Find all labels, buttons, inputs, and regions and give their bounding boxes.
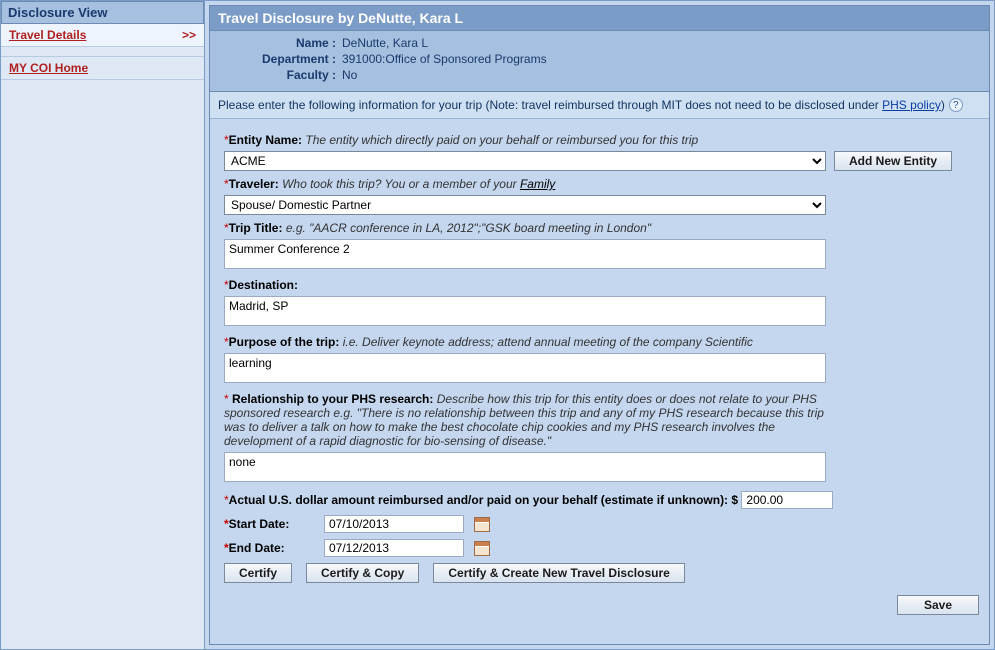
info-label-faculty: Faculty :: [216, 67, 336, 83]
info-block: Name : DeNutte, Kara L Department : 3910…: [210, 31, 989, 92]
sidebar-link-travel-details[interactable]: Travel Details: [9, 28, 86, 42]
info-label-name: Name :: [216, 35, 336, 51]
help-icon[interactable]: ?: [949, 98, 963, 112]
calendar-icon[interactable]: [474, 517, 490, 532]
end-date-input[interactable]: [324, 539, 464, 557]
start-date-input[interactable]: [324, 515, 464, 533]
traveler-select[interactable]: Spouse/ Domestic Partner: [224, 195, 826, 215]
phs-policy-link[interactable]: PHS policy: [882, 98, 941, 112]
sidebar-header: Disclosure View: [1, 1, 204, 24]
calendar-icon[interactable]: [474, 541, 490, 556]
family-link[interactable]: Family: [520, 177, 555, 191]
instruction-text: Please enter the following information f…: [218, 98, 945, 112]
trip-title-label: *Trip Title: e.g. "AACR conference in LA…: [224, 221, 975, 235]
relationship-label: * Relationship to your PHS research: Des…: [224, 392, 834, 448]
save-button[interactable]: Save: [897, 595, 979, 615]
amount-input[interactable]: [741, 491, 833, 509]
destination-label: *Destination:: [224, 278, 975, 292]
entity-name-select[interactable]: ACME: [224, 151, 826, 171]
start-date-label: *Start Date:: [224, 517, 314, 531]
sidebar-link-my-coi-home[interactable]: MY COI Home: [9, 61, 88, 75]
instruction-bar: Please enter the following information f…: [210, 92, 989, 119]
certify-button[interactable]: Certify: [224, 563, 292, 583]
page-title: Travel Disclosure by DeNutte, Kara L: [210, 6, 989, 31]
add-new-entity-button[interactable]: Add New Entity: [834, 151, 952, 171]
certify-copy-button[interactable]: Certify & Copy: [306, 563, 419, 583]
destination-input[interactable]: [224, 296, 826, 326]
info-value-faculty: No: [336, 67, 357, 83]
end-date-label: *End Date:: [224, 541, 314, 555]
certify-create-new-button[interactable]: Certify & Create New Travel Disclosure: [433, 563, 684, 583]
chevron-right-icon: >>: [182, 28, 196, 42]
trip-title-input[interactable]: [224, 239, 826, 269]
info-value-department: 391000:Office of Sponsored Programs: [336, 51, 547, 67]
purpose-label: *Purpose of the trip: i.e. Deliver keyno…: [224, 335, 975, 349]
sidebar-item-travel-details[interactable]: Travel Details >>: [1, 24, 204, 47]
amount-label: *Actual U.S. dollar amount reimbursed an…: [224, 493, 741, 507]
info-label-department: Department :: [216, 51, 336, 67]
purpose-input[interactable]: [224, 353, 826, 383]
relationship-input[interactable]: [224, 452, 826, 482]
info-value-name: DeNutte, Kara L: [336, 35, 428, 51]
entity-name-label: *Entity Name: The entity which directly …: [224, 133, 975, 147]
sidebar-item-my-coi-home[interactable]: MY COI Home: [1, 57, 204, 80]
traveler-label: *Traveler: Who took this trip? You or a …: [224, 177, 975, 191]
sidebar: Disclosure View Travel Details >> MY COI…: [1, 1, 205, 649]
